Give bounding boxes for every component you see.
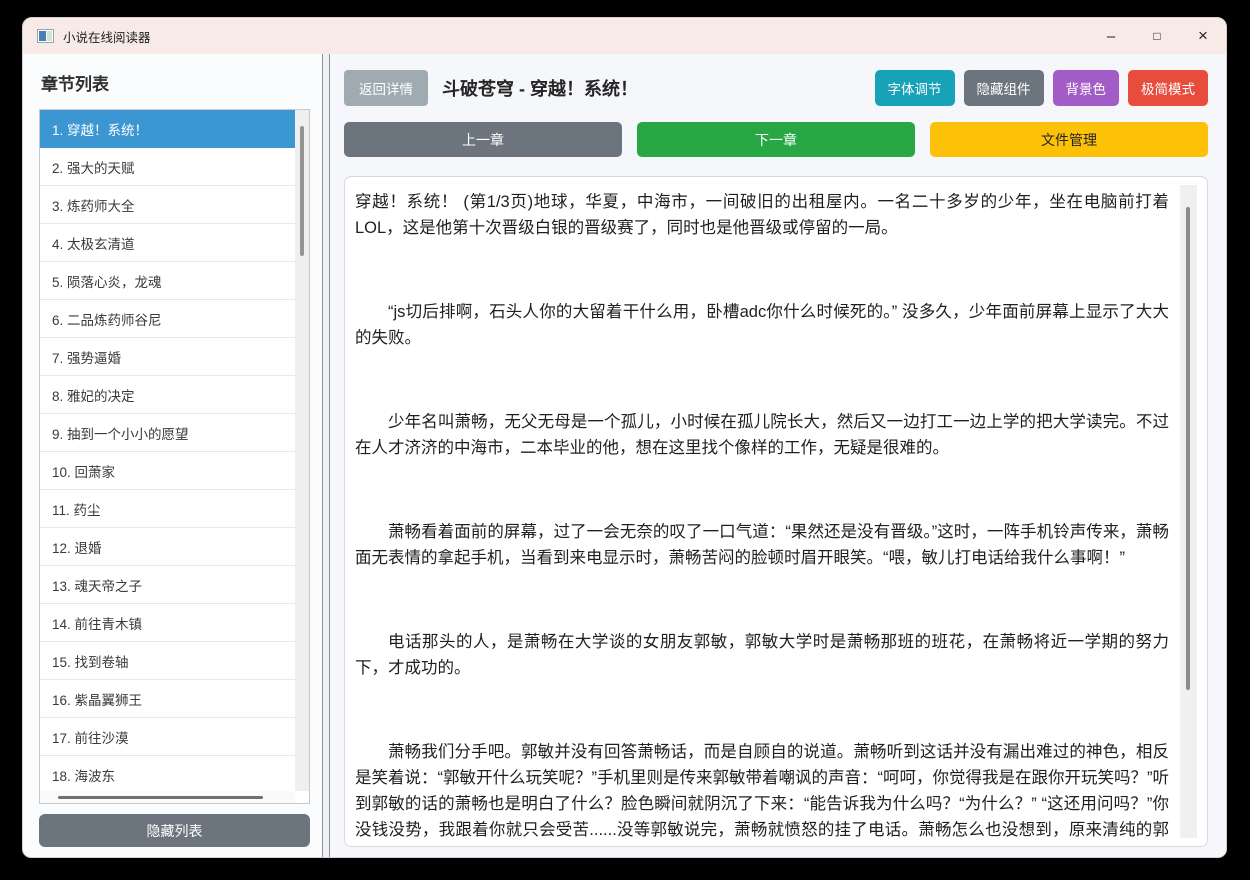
background-color-button[interactable]: 背景色 bbox=[1052, 70, 1119, 106]
font-adjust-button[interactable]: 字体调节 bbox=[874, 70, 955, 106]
app-body: 章节列表 1. 穿越！系统！ 2. 强大的天赋 3. 炼药师大全 4. 太极玄清… bbox=[23, 54, 1226, 857]
reader-panel[interactable]: 穿越！系统！ (第1/3页)地球，华夏，中海市，一间破旧的出租屋内。一名二十多岁… bbox=[344, 176, 1208, 847]
paragraph: 萧畅我们分手吧。郭敏并没有回答萧畅话，而是自顾自的说道。萧畅听到这话并没有漏出难… bbox=[355, 743, 1169, 839]
paragraph: 少年名叫萧畅，无父无母是一个孤儿，小时候在孤儿院长大，然后又一边打工一边上学的把… bbox=[355, 413, 1169, 457]
titlebar: 小说在线阅读器 – □ × bbox=[23, 18, 1226, 54]
chapter-item[interactable]: 12. 退婚 bbox=[40, 528, 295, 566]
book-chapter-title: 斗破苍穹 - 穿越！系统！ bbox=[442, 79, 638, 99]
close-icon[interactable]: × bbox=[1180, 18, 1226, 54]
minimal-mode-button[interactable]: 极简模式 bbox=[1128, 70, 1208, 106]
chapter-item[interactable]: 18. 海波东 bbox=[40, 756, 295, 791]
chapter-item[interactable]: 2. 强大的天赋 bbox=[40, 148, 295, 186]
panel-divider bbox=[323, 54, 330, 857]
sidebar: 章节列表 1. 穿越！系统！ 2. 强大的天赋 3. 炼药师大全 4. 太极玄清… bbox=[23, 54, 323, 857]
window-title: 小说在线阅读器 bbox=[63, 30, 151, 45]
paragraph: 萧畅看着面前的屏幕，过了一会无奈的叹了一口气道：“果然还是没有晋级。”这时，一阵… bbox=[355, 523, 1169, 567]
chapter-item[interactable]: 5. 陨落心炎，龙魂 bbox=[40, 262, 295, 300]
hide-widgets-button[interactable]: 隐藏组件 bbox=[963, 70, 1044, 106]
chapter-list-viewport: 1. 穿越！系统！ 2. 强大的天赋 3. 炼药师大全 4. 太极玄清道 5. … bbox=[40, 110, 295, 791]
chapter-list-vertical-scrollbar-thumb[interactable] bbox=[300, 126, 304, 256]
reader-vertical-scrollbar[interactable] bbox=[1180, 185, 1197, 838]
chapter-item[interactable]: 3. 炼药师大全 bbox=[40, 186, 295, 224]
app-icon bbox=[37, 29, 54, 43]
chapter-item[interactable]: 14. 前往青木镇 bbox=[40, 604, 295, 642]
paragraph: 穿越！系统！ (第1/3页)地球，华夏，中海市，一间破旧的出租屋内。一名二十多岁… bbox=[355, 193, 1169, 237]
maximize-icon[interactable]: □ bbox=[1134, 18, 1180, 54]
paragraph: “js切后排啊，石头人你的大留着干什么用，卧槽adc你什么时候死的。” 没多久，… bbox=[355, 303, 1169, 347]
minimize-icon[interactable]: – bbox=[1088, 18, 1134, 54]
chapter-item[interactable]: 9. 抽到一个小小的愿望 bbox=[40, 414, 295, 452]
chapter-list-horizontal-scrollbar-thumb[interactable] bbox=[58, 796, 263, 799]
chapter-list-vertical-scrollbar[interactable] bbox=[295, 110, 309, 791]
chapter-item[interactable]: 10. 回萧家 bbox=[40, 452, 295, 490]
reader-vertical-scrollbar-thumb[interactable] bbox=[1186, 207, 1190, 691]
hide-list-button[interactable]: 隐藏列表 bbox=[39, 814, 310, 847]
chapter-item[interactable]: 13. 魂天帝之子 bbox=[40, 566, 295, 604]
chapter-list-header: 章节列表 bbox=[41, 75, 109, 94]
chapter-item[interactable]: 8. 雅妃的决定 bbox=[40, 376, 295, 414]
chapter-list-horizontal-scrollbar[interactable] bbox=[40, 791, 295, 803]
chapter-nav-row: 上一章 下一章 文件管理 bbox=[344, 122, 1208, 157]
chapter-item[interactable]: 15. 找到卷轴 bbox=[40, 642, 295, 680]
toolbar-right-group: 字体调节 隐藏组件 背景色 极简模式 bbox=[874, 70, 1208, 106]
chapter-item[interactable]: 11. 药尘 bbox=[40, 490, 295, 528]
file-manager-button[interactable]: 文件管理 bbox=[930, 122, 1208, 157]
chapter-item[interactable]: 16. 紫晶翼狮王 bbox=[40, 680, 295, 718]
previous-chapter-button[interactable]: 上一章 bbox=[344, 122, 622, 157]
chapter-item[interactable]: 6. 二品炼药师谷尼 bbox=[40, 300, 295, 338]
chapter-item[interactable]: 7. 强势逼婚 bbox=[40, 338, 295, 376]
app-window: 小说在线阅读器 – □ × 章节列表 1. 穿越！系统！ 2. 强大的天赋 3.… bbox=[22, 17, 1227, 858]
chapter-item[interactable]: 4. 太极玄清道 bbox=[40, 224, 295, 262]
next-chapter-button[interactable]: 下一章 bbox=[637, 122, 915, 157]
chapter-list: 1. 穿越！系统！ 2. 强大的天赋 3. 炼药师大全 4. 太极玄清道 5. … bbox=[39, 109, 310, 804]
toolbar: 返回详情 斗破苍穹 - 穿越！系统！ 字体调节 隐藏组件 背景色 极简模式 bbox=[344, 70, 1208, 106]
main-panel: 返回详情 斗破苍穹 - 穿越！系统！ 字体调节 隐藏组件 背景色 极简模式 上一… bbox=[330, 54, 1226, 857]
back-to-details-button[interactable]: 返回详情 bbox=[344, 70, 428, 106]
chapter-item[interactable]: 1. 穿越！系统！ bbox=[40, 110, 295, 148]
paragraph: 电话那头的人，是萧畅在大学谈的女朋友郭敏，郭敏大学时是萧畅那班的班花，在萧畅将近… bbox=[355, 633, 1169, 677]
chapter-item[interactable]: 17. 前往沙漠 bbox=[40, 718, 295, 756]
